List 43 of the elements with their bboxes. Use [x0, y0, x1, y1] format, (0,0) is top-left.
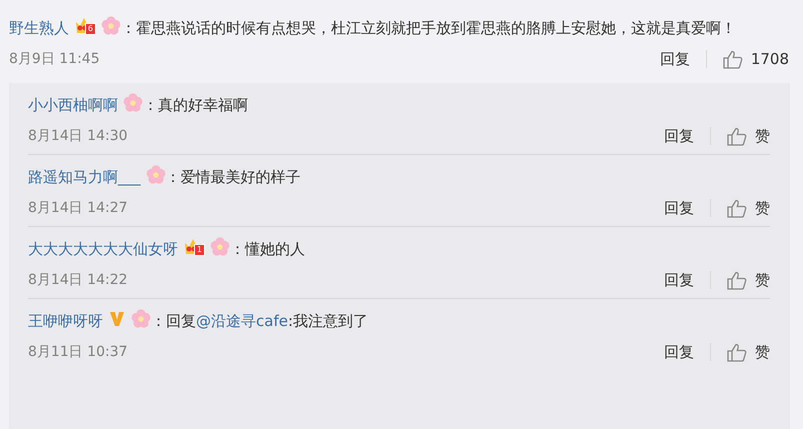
flower-icon: [123, 93, 143, 113]
user-name[interactable]: 大大大大大大大仙女呀: [28, 240, 178, 258]
flower-icon: [210, 237, 230, 257]
comment-time: 8月11日 10:37: [28, 343, 128, 361]
comment-time: 8月14日 14:27: [28, 199, 128, 217]
like-button[interactable]: 赞: [727, 126, 770, 146]
comment-text: 爱情最美好的样子: [180, 168, 300, 186]
flower-icon: [101, 16, 121, 36]
like-button[interactable]: 赞: [727, 198, 770, 218]
flower-icon: [146, 165, 166, 185]
thumbs-up-icon: [727, 198, 747, 218]
user-name[interactable]: 小小西柚啊啊: [28, 96, 118, 114]
thumbs-up-icon: [727, 342, 747, 362]
comment-text: 真的好幸福啊: [158, 96, 248, 114]
reply-button[interactable]: 回复: [664, 198, 694, 218]
reply-prefix: 回复: [166, 312, 196, 330]
user-name[interactable]: 王咿咿呀呀: [28, 312, 103, 330]
flower-icon: [131, 309, 151, 329]
thumbs-up-icon: [722, 50, 743, 68]
user-name[interactable]: 路遥知马力啊___: [28, 168, 140, 186]
like-button[interactable]: 1708: [722, 50, 789, 68]
like-button[interactable]: 赞: [727, 342, 770, 362]
comment-text: :我注意到了: [288, 312, 368, 330]
separator: ：: [151, 312, 166, 330]
comment-time: 8月9日 11:45: [9, 50, 100, 68]
reply-button[interactable]: 回复: [660, 50, 690, 68]
v-badge-icon: [108, 309, 126, 329]
reply-button[interactable]: 回复: [664, 126, 694, 146]
like-button[interactable]: 赞: [727, 270, 770, 290]
comment-text: 霍思燕说话的时候有点想哭，杜江立刻就把手放到霍思燕的胳膊上安慰她，这就是真爱啊！: [136, 19, 736, 37]
user-name[interactable]: 野生熟人: [9, 19, 69, 37]
separator: ：: [230, 240, 245, 258]
comment-time: 8月14日 14:22: [28, 271, 128, 289]
reply-button[interactable]: 回复: [664, 270, 694, 290]
thumbs-up-icon: [727, 126, 747, 146]
separator: ：: [121, 19, 136, 37]
reply-button[interactable]: 回复: [664, 342, 694, 362]
comment-text: 懂她的人: [245, 240, 305, 258]
separator: ：: [143, 96, 158, 114]
mention-link[interactable]: @沿途寻cafe: [196, 312, 288, 330]
thumbs-up-icon: [727, 270, 747, 290]
separator: ：: [166, 168, 180, 186]
comment-time: 8月14日 14:30: [28, 127, 128, 145]
